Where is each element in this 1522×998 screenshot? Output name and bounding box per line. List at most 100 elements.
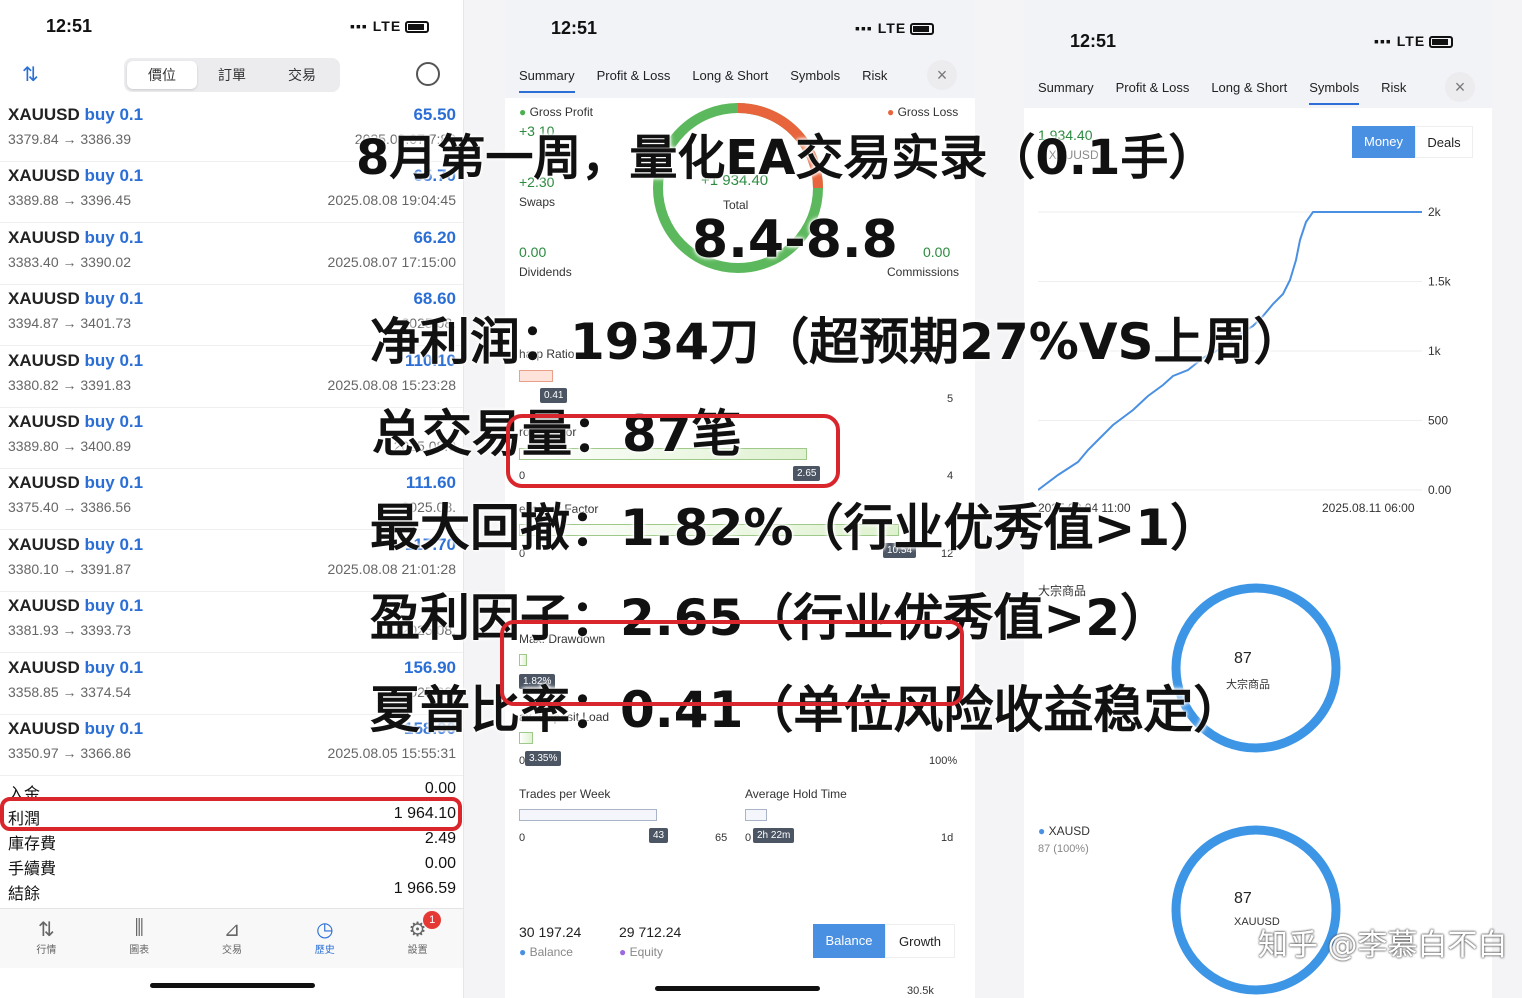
segment-deals[interactable]: 交易 [267,61,337,89]
status-signal: ▪▪▪ LTE [350,18,430,34]
tab-history[interactable]: ◷ 歷史 [278,909,371,968]
sharp-max: 5 [947,393,954,405]
trade-date: 2025.08.08 15:23:28 [327,376,456,393]
money-button[interactable]: Money [1352,126,1415,158]
tab-quotes[interactable]: ⇅ 行情 [0,909,93,968]
tab-long-short[interactable]: Long & Short [692,68,768,93]
y-tick-label: 2k [1428,205,1442,219]
tab-charts[interactable]: ⫼ 圖表 [93,909,186,968]
watermark: 知乎 @李慕白不白 [1258,928,1508,963]
pf-max: 4 [947,470,954,482]
balance-label: ● Balance [519,945,573,959]
overlay-dates: 8.4-8.8 [692,210,898,270]
home-indicator [655,986,820,991]
tab-profit-loss[interactable]: Profit & Loss [1116,80,1190,105]
bottom-tick: 30.5k [907,985,934,997]
bottom-tabbar: ⇅ 行情 ⫼ 圖表 ⊿ 交易 ◷ 歷史 ⚙ 設置 1 [0,908,463,968]
trade-prices: 3389.88 → 3396.45 [8,192,131,209]
report-tabs: Summary Profit & Loss Long & Short Symbo… [1038,80,1428,105]
tab-risk[interactable]: Risk [1381,80,1406,105]
equity-label: ● Equity [619,945,663,959]
trade-profit: 66.20 [413,227,456,247]
overlay-net-profit: 净利润：1934刀（超预期27%VS上周） [370,313,1304,371]
sort-icon[interactable]: ⇅ [22,62,39,87]
summary-swap: 庫存費 2.49 [8,830,456,853]
tpw-max: 65 [715,832,728,844]
summary-commission: 手續費 0.00 [8,855,456,878]
segment-positions[interactable]: 價位 [127,61,197,89]
y-tick-label: 1.5k [1428,275,1452,289]
segment-orders[interactable]: 訂單 [197,61,267,89]
dividends-value: 0.00 [519,244,547,260]
home-indicator [150,983,315,988]
aht-label: Average Hold Time [745,787,847,801]
deals-button[interactable]: Deals [1415,126,1473,158]
status-time: 12:51 [1070,31,1117,51]
trade-symbol: XAUUSD buy 0.1 [8,166,144,186]
aht-tag: 2h 22m [753,828,795,843]
tab-trade[interactable]: ⊿ 交易 [186,909,279,968]
tab-symbols[interactable]: Symbols [790,68,840,93]
overlay-max-drawdown: 最大回撤：1.82%（行业优秀值>1） [370,499,1221,557]
segment-control[interactable]: 價位 訂單 交易 [124,58,340,92]
close-icon[interactable]: × [927,60,957,90]
trade-prices: 3380.82 → 3391.83 [8,376,131,393]
status-signal: ▪▪▪ LTE [855,20,935,36]
swaps-label: Swaps [519,195,556,209]
growth-button[interactable]: Growth [885,924,955,958]
equity-value: 29 712.24 [619,924,682,940]
commissions-value: 0.00 [923,244,951,260]
battery-icon [910,23,935,36]
dl-max: 100% [929,755,958,767]
tpw-tag: 43 [649,828,669,843]
status-signal: ▪▪▪ LTE [1374,33,1454,49]
highlight-box-dd [500,620,964,706]
trade-symbol: XAUUSD buy 0.1 [8,534,144,554]
trade-symbol: XAUUSD buy 0.1 [8,105,144,124]
trade-prices: 3381.93 → 3393.73 [8,622,131,639]
tab-symbols[interactable]: Symbols [1309,80,1360,105]
trade-date: 2025.08.07 17:15:00 [327,253,456,270]
y-tick-label: 0.00 [1428,483,1452,497]
trade-symbol: XAUUSD buy 0.1 [8,657,144,677]
trade-symbol: XAUUSD buy 0.1 [8,719,144,738]
tab-settings[interactable]: ⚙ 設置 1 [371,909,463,968]
legend2-sub: 87 (100%) [1038,843,1089,855]
tab-risk[interactable]: Risk [862,68,887,93]
x-tick-label: 2025.08.11 06:00 [1322,501,1415,515]
overlay-title: 8月第一周，量化EA交易实录（0.1手） [356,130,1217,186]
tab-long-short[interactable]: Long & Short [1211,80,1287,105]
y-tick-label: 500 [1428,414,1448,428]
tab-summary[interactable]: Summary [519,68,575,93]
trade-symbol: XAUUSD buy 0.1 [8,412,144,431]
trade-prices: 3358.85 → 3374.54 [8,683,131,700]
donut1-value: 87 [1234,650,1252,667]
tpw-min: 0 [519,832,526,844]
y-tick-label: 1k [1428,344,1442,358]
trade-prices: 3375.40 → 3386.56 [8,499,131,516]
symbol-donut-2 [1171,825,1341,995]
legend2: ● XAUSD [1038,824,1090,838]
tab-summary[interactable]: Summary [1038,80,1094,105]
trade-date: 2025.08.08 21:01:28 [327,560,456,577]
dividends-label: Dividends [519,265,572,279]
tab-profit-loss[interactable]: Profit & Loss [597,68,671,93]
battery-icon [1429,36,1454,49]
trade-row[interactable]: XAUUSD buy 0.1 3383.40 → 3390.02 66.20 2025… [0,224,463,285]
tpw-label: Trades per Week [519,787,611,801]
close-icon[interactable]: × [1445,72,1475,102]
balance-button[interactable]: Balance [813,924,885,958]
clock-icon[interactable] [416,62,440,86]
trade-prices: 3350.97 → 3366.86 [8,745,131,761]
summary-balance: 結餘 1 966.59 [8,880,456,903]
battery-icon [405,21,430,34]
gear-icon: ⚙ [408,919,427,941]
gap [1492,0,1522,998]
balance-value: 30 197.24 [519,924,582,940]
report-tabs: Summary Profit & Loss Long & Short Symbo… [519,68,909,93]
highlight-box [0,797,462,831]
trade-prices: 3383.40 → 3390.02 [8,253,131,270]
trade-symbol: XAUUSD buy 0.1 [8,473,144,493]
aht-min: 0 [745,832,752,844]
dl-tag: 3.35% [525,751,562,766]
